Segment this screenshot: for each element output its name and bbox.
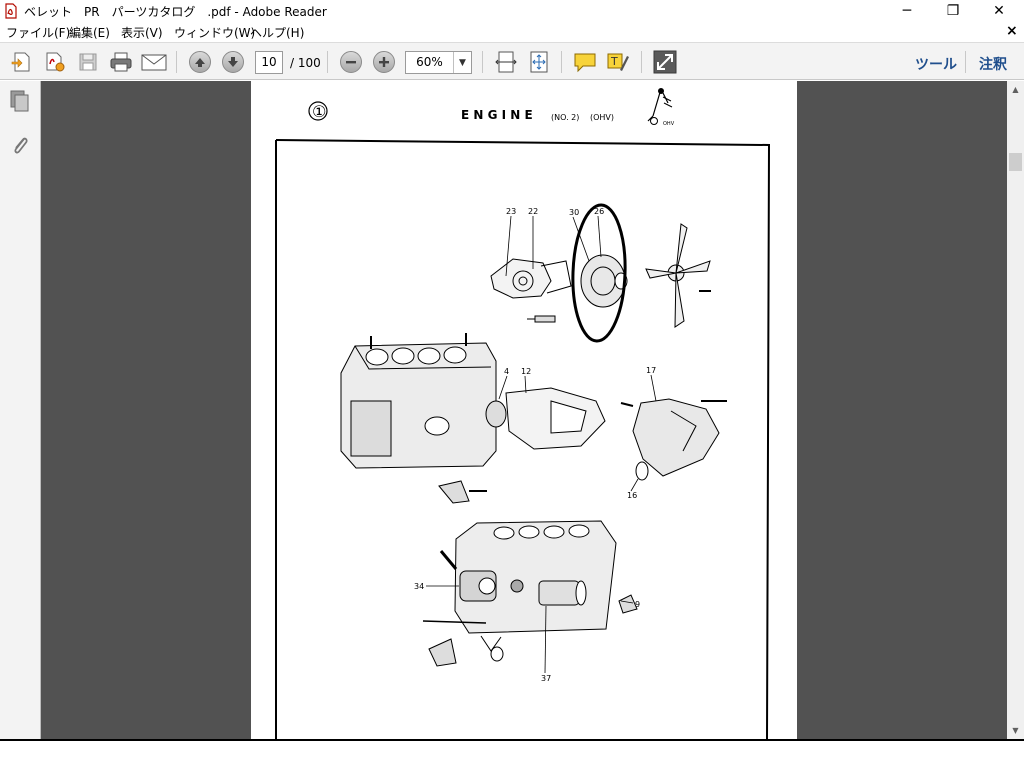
zoom-in-button[interactable] [370, 48, 398, 76]
minimize-icon: ─ [902, 3, 912, 19]
print-icon [110, 52, 132, 72]
toolbar-separator [641, 51, 642, 73]
next-page-button[interactable] [219, 48, 247, 76]
scroll-thumb[interactable] [1009, 153, 1022, 171]
restore-icon: ❐ [946, 3, 960, 19]
callout-label: 37 [541, 674, 551, 683]
chevron-down-icon[interactable]: ▼ [453, 52, 471, 73]
scroll-up-button[interactable]: ▲ [1007, 81, 1024, 98]
mounting-bracket [438, 480, 487, 504]
cooling-fan [645, 223, 711, 328]
minimize-button[interactable]: ─ [884, 0, 930, 22]
print-button[interactable] [107, 48, 135, 76]
water-pump-assembly [490, 258, 572, 323]
next-page-icon [228, 57, 238, 67]
callout-label: 34 [414, 582, 424, 591]
toolbar-separator [561, 51, 562, 73]
callout-label: 12 [521, 367, 531, 376]
adobe-reader-window: ベレット PR パーツカタログ .pdf - Adobe Reader ─ ❐ … [0, 0, 1024, 768]
menu-help[interactable]: ヘルプ(H) [250, 24, 304, 41]
full-screen-button[interactable] [651, 48, 679, 76]
page-count: / 100 [290, 56, 321, 70]
toolbar-separator [965, 51, 966, 73]
heading-model: (NO. 2) [551, 113, 579, 122]
edit-pdf-icon [46, 52, 65, 72]
menu-view[interactable]: 表示(V) [121, 24, 163, 41]
title-bar: ベレット PR パーツカタログ .pdf - Adobe Reader ─ ❐ … [0, 0, 1024, 22]
highlight-text-button[interactable]: T [604, 48, 632, 76]
zoom-value[interactable]: 60% [406, 52, 453, 73]
menu-bar: ファイル(F) 編集(E) 表示(V) ウィンドウ(W) ヘルプ(H) × [0, 22, 1024, 42]
zoom-out-icon [346, 61, 356, 64]
left-navigation-pane [0, 81, 41, 739]
menu-file[interactable]: ファイル(F) [6, 24, 70, 41]
toolbar: 10 / 100 60% ▼ T ツール 注釈 [0, 42, 1024, 80]
pdf-file-icon [5, 3, 17, 19]
tools-pane-button[interactable]: ツール [915, 54, 957, 74]
menu-window[interactable]: ウィンドウ(W) [174, 24, 255, 41]
previous-page-icon [195, 58, 205, 67]
create-pdf-button[interactable] [8, 48, 36, 76]
create-pdf-icon [11, 52, 30, 72]
callout-label: 4 [504, 367, 509, 376]
cylinder-block [340, 333, 497, 469]
menu-edit[interactable]: 編集(E) [69, 24, 110, 41]
starter-motor [538, 580, 587, 606]
save-icon [79, 53, 97, 71]
callout-label: 17 [646, 366, 656, 375]
callout-label: 16 [627, 491, 637, 500]
callout-label: 9 [635, 600, 640, 609]
callout-label: 30 [569, 208, 579, 217]
pages-panel-icon[interactable] [8, 89, 32, 113]
logo-caption: OHV [663, 121, 675, 127]
fit-page-icon [530, 51, 548, 73]
vertical-scrollbar[interactable]: ▲ ▼ [1007, 81, 1024, 739]
attachments-icon[interactable] [8, 133, 32, 157]
save-button[interactable] [74, 48, 102, 76]
toolbar-separator [482, 51, 483, 73]
parts-illustration: ① E N G I N E (NO. 2) (OHV) OHV 23 22 30… [275, 88, 771, 739]
callout-label: 23 [506, 207, 516, 216]
pdf-page: ① E N G I N E (NO. 2) (OHV) OHV 23 22 30… [251, 81, 797, 739]
fit-width-button[interactable] [492, 48, 520, 76]
sticky-note-button[interactable] [571, 48, 599, 76]
email-icon [141, 54, 167, 71]
zoom-select[interactable]: 60% ▼ [405, 51, 472, 74]
highlight-icon: T [607, 53, 629, 71]
close-document-button[interactable]: × [1006, 23, 1018, 39]
sticky-note-icon [574, 53, 596, 73]
callout-label: 22 [528, 207, 538, 216]
document-view[interactable]: ① E N G I N E (NO. 2) (OHV) OHV 23 22 30… [41, 81, 1007, 739]
close-icon: ✕ [993, 3, 1005, 19]
fan-pulley [580, 254, 628, 308]
heading-type: (OHV) [590, 113, 614, 122]
toolbar-separator [327, 51, 328, 73]
fit-page-button[interactable] [525, 48, 553, 76]
email-button[interactable] [140, 48, 168, 76]
full-screen-icon [653, 50, 677, 74]
zoom-in-icon [379, 57, 389, 67]
window-title: ベレット PR パーツカタログ .pdf - Adobe Reader [24, 5, 327, 19]
maximize-button[interactable]: ❐ [930, 0, 976, 22]
front-plate [485, 387, 606, 450]
comment-pane-button[interactable]: 注釈 [979, 54, 1007, 74]
timing-cover [620, 398, 727, 481]
callout-label: 26 [594, 207, 604, 216]
page-number-input[interactable]: 10 [255, 51, 283, 74]
scroll-down-button[interactable]: ▼ [1007, 722, 1024, 739]
bottom-panel [0, 739, 1024, 768]
previous-page-button[interactable] [186, 48, 214, 76]
edit-pdf-button[interactable] [41, 48, 69, 76]
zoom-out-button[interactable] [337, 48, 365, 76]
svg-text:T: T [610, 55, 618, 68]
fit-width-icon [495, 51, 517, 73]
page-heading: E N G I N E [461, 108, 533, 122]
close-window-button[interactable]: ✕ [976, 0, 1022, 22]
section-number: ① [312, 102, 326, 121]
toolbar-separator [176, 51, 177, 73]
ohv-logo: OHV [647, 88, 675, 127]
